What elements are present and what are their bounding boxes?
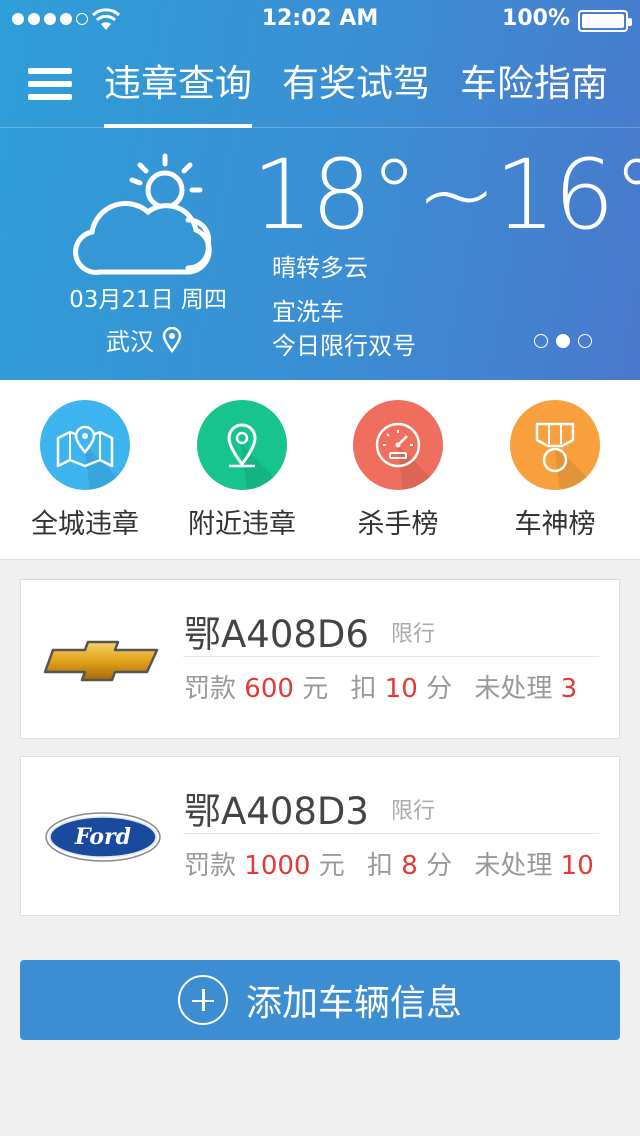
violation-stats: 罚款 1000 元 扣 8 分 未处理 10: [184, 845, 594, 882]
add-vehicle-button[interactable]: 添加车辆信息: [20, 960, 620, 1040]
header: 12:02 AM 100% 违章查询 有奖试驾 车险指南 03月21日 周四 武…: [0, 0, 640, 380]
fine-amount: 600: [244, 674, 294, 704]
quick-action-label: 附近违章: [188, 509, 296, 540]
restriction-badge: 限行: [391, 799, 436, 824]
status-bar: 12:02 AM 100%: [0, 0, 640, 40]
page-dot[interactable]: [534, 334, 548, 348]
restriction-badge: 限行: [391, 622, 436, 647]
fine-unit: 元: [302, 674, 329, 704]
chevrolet-logo-icon: [43, 640, 159, 682]
medal-icon: [510, 400, 600, 490]
city-name: 武汉: [106, 328, 154, 356]
plate-number: 鄂A408D6: [184, 613, 369, 656]
header-divider: [0, 127, 640, 128]
hamburger-menu-icon[interactable]: [28, 68, 72, 100]
tab-insurance-guide[interactable]: 车险指南: [460, 60, 608, 108]
traffic-limit: 今日限行双号: [272, 332, 416, 360]
quick-action-label: 全城违章: [31, 509, 139, 540]
quick-action-city-violations[interactable]: 全城违章: [5, 400, 165, 541]
quick-action-label: 杀手榜: [357, 509, 439, 540]
pending-label: 未处理: [474, 851, 553, 881]
page-dot[interactable]: [578, 334, 592, 348]
points-count: 10: [384, 674, 418, 704]
points-count: 8: [401, 851, 418, 881]
nav-tabs: 违章查询 有奖试驾 车险指南: [104, 60, 608, 128]
quick-actions: 全城违章 附近违章 杀手榜 车神榜: [0, 380, 640, 560]
partly-cloudy-icon: [73, 153, 212, 275]
fine-label: 罚款: [184, 674, 237, 704]
speedometer-icon: [353, 400, 443, 490]
temperature-range: 18°~16°: [252, 139, 640, 251]
quick-action-killer-board[interactable]: 杀手榜: [318, 400, 478, 541]
location-pin-icon: [197, 400, 287, 490]
pending-count: 3: [560, 674, 578, 704]
page-indicator[interactable]: [534, 334, 592, 348]
location-pin-icon: [162, 326, 182, 353]
pending-label: 未处理: [474, 674, 553, 704]
tab-violation-query[interactable]: 违章查询: [104, 60, 252, 128]
car-wash-advice: 宜洗车: [272, 298, 344, 326]
battery-icon: [578, 10, 632, 32]
points-unit: 分: [426, 851, 453, 881]
fine-label: 罚款: [184, 851, 237, 881]
tab-test-drive[interactable]: 有奖试驾: [282, 60, 430, 108]
violation-stats: 罚款 600 元 扣 10 分 未处理 3: [184, 668, 577, 705]
weather-condition: 晴转多云: [272, 254, 368, 282]
quick-action-nearby-violations[interactable]: 附近违章: [162, 400, 322, 541]
battery-percent: 100%: [502, 6, 570, 31]
add-vehicle-label: 添加车辆信息: [245, 983, 462, 1024]
points-label: 扣: [350, 674, 377, 704]
plus-circle-icon: [177, 975, 228, 1025]
svg-text:Ford: Ford: [74, 824, 131, 850]
pending-count: 10: [560, 851, 594, 881]
card-divider: [183, 656, 599, 657]
points-unit: 分: [426, 674, 453, 704]
page-dot-active[interactable]: [556, 334, 570, 348]
vehicle-card[interactable]: Ford 鄂A408D3 限行 罚款 1000 元 扣 8 分 未处理 10: [20, 756, 620, 916]
vehicle-card[interactable]: 鄂A408D6 限行 罚款 600 元 扣 10 分 未处理 3: [20, 579, 620, 739]
fine-unit: 元: [318, 851, 345, 881]
city-map-icon: [40, 400, 130, 490]
plate-number: 鄂A408D3: [184, 790, 369, 833]
quick-action-god-board[interactable]: 车神榜: [475, 400, 635, 541]
city-selector[interactable]: 武汉: [106, 322, 182, 357]
ford-logo-icon: Ford: [45, 812, 161, 862]
points-label: 扣: [367, 851, 394, 881]
quick-action-label: 车神榜: [514, 509, 596, 540]
card-divider: [183, 833, 599, 834]
weather-date: 03月21日 周四: [69, 287, 227, 313]
fine-amount: 1000: [244, 851, 311, 881]
